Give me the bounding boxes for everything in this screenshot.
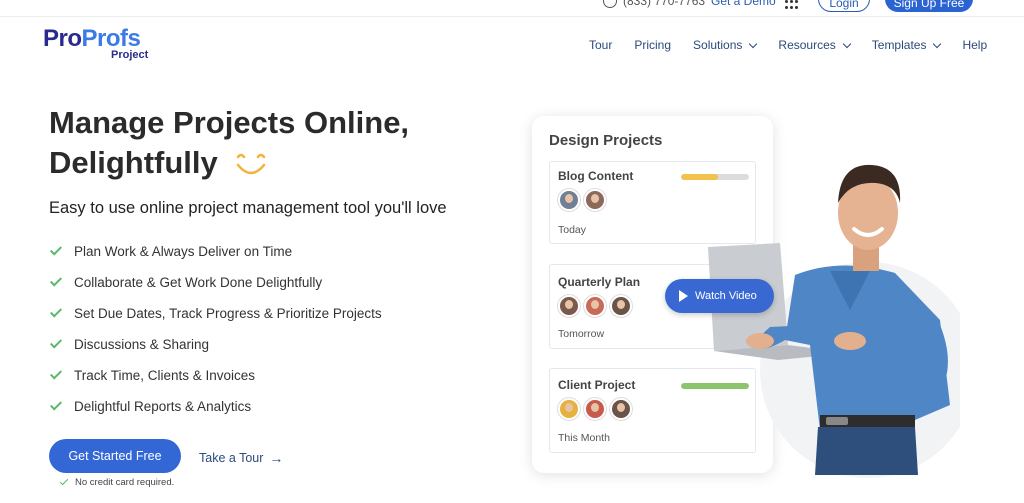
nav-templates[interactable]: Templates [872,38,942,52]
task-date: This Month [558,432,610,444]
feature-item: Plan Work & Always Deliver on Time [49,236,382,267]
task-date: Tomorrow [558,328,605,340]
login-button[interactable]: Login [818,0,870,12]
smile-icon [237,153,266,175]
avatar [610,398,632,420]
nav-help[interactable]: Help [962,38,987,52]
feature-item: Collaborate & Get Work Done Delightfully [49,267,382,298]
task-name: Quarterly Plan [558,275,641,289]
phone-number: (833) 770-7763 [623,0,706,8]
nav-tour[interactable]: Tour [589,38,612,52]
nav-pricing[interactable]: Pricing [634,38,671,52]
get-demo-link[interactable]: Get a Demo [711,0,776,8]
chevron-down-icon [933,39,942,48]
phone-icon [603,0,617,8]
feature-item: Discussions & Sharing [49,329,382,360]
hero-subtitle: Easy to use online project management to… [49,199,447,217]
feature-item: Delightful Reports & Analytics [49,391,382,422]
check-icon [49,398,63,411]
avatar [558,189,580,211]
check-icon [49,274,63,287]
nav-solutions[interactable]: Solutions [693,38,758,52]
utility-bar: (833) 770-7763 Get a Demo Login Sign Up … [0,0,1024,14]
proprofs-project-logo[interactable]: ProProfs Project [43,26,148,62]
avatar [558,398,580,420]
card-title: Design Projects [549,132,663,149]
hero-title: Manage Projects Online, Delightfully [49,105,410,180]
feature-list: Plan Work & Always Deliver on Time Colla… [49,236,382,422]
avatar [584,189,606,211]
nav-resources[interactable]: Resources [778,38,852,52]
take-tour-link[interactable]: Take a Tour → [199,450,283,466]
arrow-right-icon: → [269,450,284,466]
chevron-down-icon [749,39,758,48]
avatar [584,398,606,420]
chevron-down-icon [842,39,852,48]
person-with-laptop-image [708,164,960,478]
task-name: Blog Content [558,169,634,183]
play-icon [679,290,688,302]
apps-grid-icon[interactable] [785,0,799,10]
signup-button[interactable]: Sign Up Free [885,0,973,12]
check-icon [49,305,63,318]
no-credit-card-note: No credit card required. [59,476,174,488]
check-icon [49,367,63,380]
get-started-button[interactable]: Get Started Free [49,439,181,473]
logo-subtitle: Project [111,49,149,61]
avatar [610,295,632,317]
main-nav: Tour Pricing Solutions Resources Templat… [589,38,987,52]
check-icon [49,336,63,349]
check-icon [49,243,63,256]
task-date: Today [558,224,587,236]
feature-item: Track Time, Clients & Invoices [49,360,382,391]
feature-item: Set Due Dates, Track Progress & Prioriti… [49,298,382,329]
task-name: Client Project [558,378,636,392]
avatar [584,295,606,317]
check-icon [59,476,69,486]
watch-video-button[interactable]: Watch Video [665,279,774,313]
header-divider [0,16,1024,17]
phone-contact[interactable]: (833) 770-7763 [603,0,705,8]
avatar [558,295,580,317]
